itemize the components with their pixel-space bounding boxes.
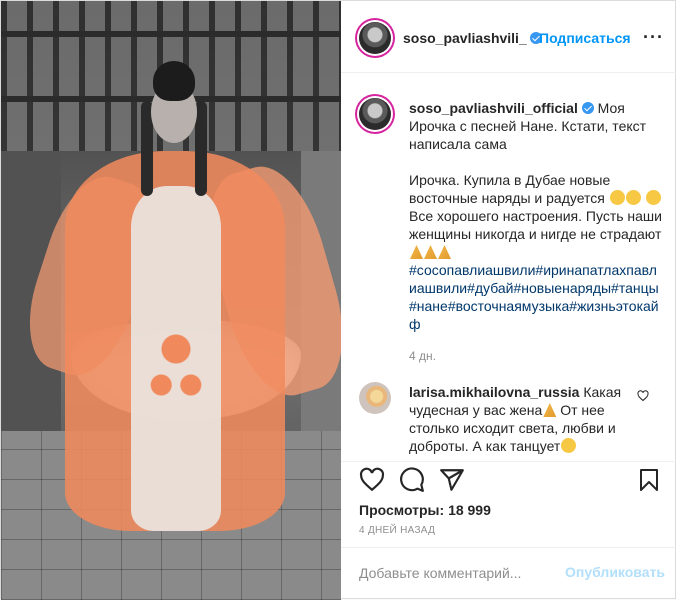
like-comment-icon[interactable]: [637, 390, 649, 402]
caption-hashtags[interactable]: #сосопавлиашвили#иринапатлахпавлиашвили#…: [409, 262, 659, 332]
laughing-emoji-icon: [645, 190, 661, 205]
caption-line-2b: Все хорошего настроения. Пусть наши женщ…: [409, 208, 662, 242]
views-label: Просмотры:: [359, 502, 445, 518]
author-avatar[interactable]: [359, 22, 391, 54]
publish-button[interactable]: Опубликовать: [565, 564, 665, 580]
post-header: soso_pavliashvili_of • Подписаться ···: [341, 1, 676, 73]
post-video[interactable]: [1, 1, 341, 600]
add-comment-bar: Опубликовать: [341, 547, 676, 598]
praying-hands-icon: [410, 245, 423, 259]
author-username[interactable]: soso_pavliashvili_of: [403, 30, 527, 46]
laughing-emoji-icon: [609, 190, 625, 205]
verified-badge-icon: [581, 102, 594, 114]
more-options-icon[interactable]: ···: [643, 27, 664, 48]
praying-hands-icon: [438, 245, 451, 259]
commenter-avatar[interactable]: [359, 382, 391, 414]
dress-ornament: [139, 301, 213, 421]
post-actions: Просмотры: 18 999 4 ДНЕЙ НАЗАД Опубликов…: [341, 461, 676, 597]
dancer-emoji-icon: [561, 438, 577, 453]
caption-username[interactable]: soso_pavliashvili_official: [409, 100, 578, 116]
caption-time[interactable]: 4 дн.: [409, 349, 436, 363]
comment-input[interactable]: [357, 562, 551, 584]
views-count[interactable]: Просмотры: 18 999: [359, 502, 491, 518]
comment-text: larisa.mikhailovna_russia Какая чудесная…: [409, 383, 641, 455]
heart-icon[interactable]: [359, 467, 385, 493]
praying-hands-icon: [543, 403, 557, 417]
views-number: 18 999: [448, 502, 491, 518]
caption-text: soso_pavliashvili_official Моя Ирочка с …: [409, 99, 663, 333]
laughing-emoji-icon: [625, 190, 641, 205]
post-date[interactable]: 4 ДНЕЙ НАЗАД: [359, 525, 435, 536]
comment-icon[interactable]: [399, 467, 425, 493]
comment-username[interactable]: larisa.mikhailovna_russia: [409, 384, 579, 400]
woman-hair: [153, 61, 195, 101]
caption-line-2a: Ирочка. Купила в Дубае новые восточные н…: [409, 172, 611, 206]
bookmark-icon[interactable]: [637, 467, 661, 493]
ceiling-beam: [1, 31, 341, 37]
caption-avatar[interactable]: [359, 98, 391, 130]
follow-button[interactable]: Подписаться: [539, 30, 631, 46]
praying-hands-icon: [424, 245, 437, 259]
post-dialog: soso_pavliashvili_of • Подписаться ··· s…: [0, 0, 676, 600]
share-icon[interactable]: [439, 467, 465, 493]
comments-panel: soso_pavliashvili_official Моя Ирочка с …: [341, 73, 676, 461]
